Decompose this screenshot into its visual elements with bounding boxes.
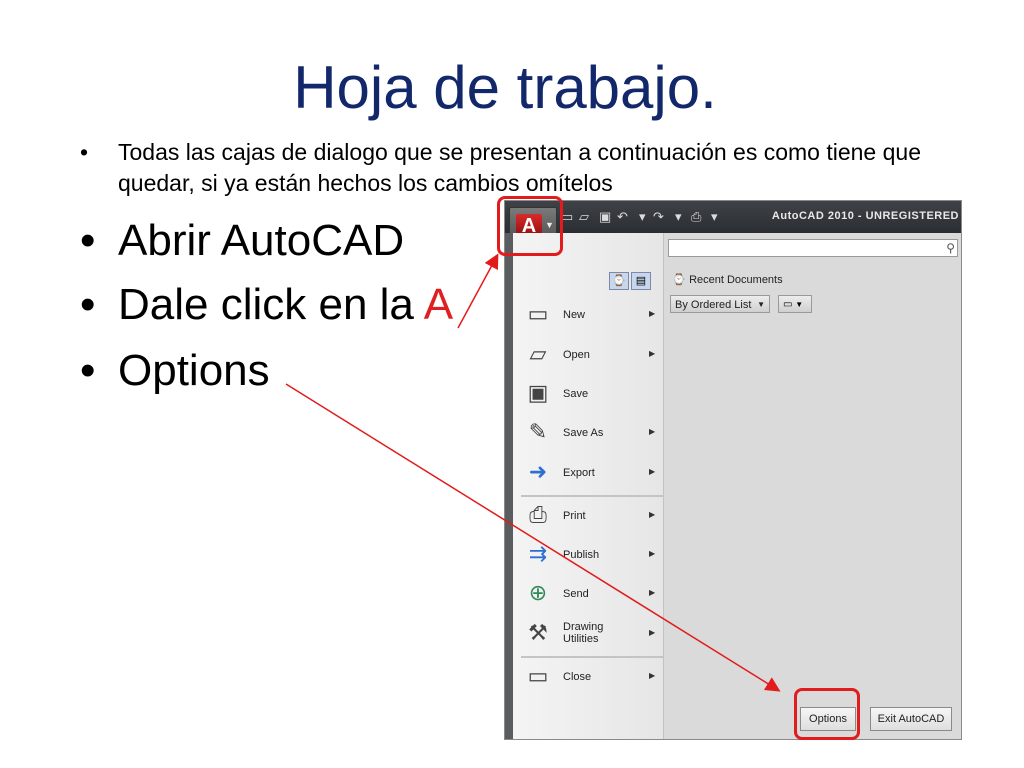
chevron-right-icon: ▶ xyxy=(649,309,656,318)
menu-item-publish[interactable]: ⇉ Publish ▶ xyxy=(521,537,661,575)
customize-quickaccess-icon[interactable]: ▾ xyxy=(711,209,718,225)
window-title: AutoCAD 2010 - UNREGISTERED xyxy=(771,210,959,222)
bullet-click-letter: A xyxy=(423,280,454,329)
undo-dropdown-icon[interactable]: ▾ xyxy=(639,209,646,225)
recent-documents-label: Recent Documents xyxy=(689,274,783,286)
recent-documents-header: ⌚ Recent Documents xyxy=(672,273,783,286)
export-icon: ➜ xyxy=(528,459,548,484)
bullet-marker: • xyxy=(80,139,89,165)
bullet-click-text: Dale click en la xyxy=(118,280,424,329)
title-bar: ▭ ▱ ▣ ↶ ▾ ↷ ▾ ⎙ ▾ AutoCAD 2010 - UNREGIS… xyxy=(505,201,961,233)
chevron-right-icon: ▶ xyxy=(649,588,656,597)
menu-item-close[interactable]: ▭ Close ▶ xyxy=(521,659,661,697)
icon-size-icon: ▭ xyxy=(783,299,793,310)
menu-item-label: Save As xyxy=(563,427,604,439)
search-icon[interactable]: ⚲ xyxy=(946,240,955,256)
new-document-icon: ▭ xyxy=(527,301,549,326)
recent-documents-view-icon[interactable]: ⌚ xyxy=(609,272,629,290)
chevron-right-icon: ▶ xyxy=(649,628,656,637)
highlight-application-button xyxy=(497,196,563,256)
menu-item-drawing-utilities[interactable]: ⚒ Drawing Utilities ▶ xyxy=(521,616,661,654)
bullet-open-autocad-text: Abrir AutoCAD xyxy=(118,216,405,265)
chevron-right-icon: ▶ xyxy=(649,427,656,436)
menu-item-label: Publish xyxy=(563,549,600,561)
printer-icon[interactable]: ⎙ xyxy=(691,209,701,225)
send-icon: ⊕ xyxy=(528,580,548,605)
menu-item-label: Print xyxy=(563,510,586,522)
redo-icon[interactable]: ↷ xyxy=(653,209,664,225)
recent-documents-icon: ⌚ xyxy=(672,274,686,286)
bullet-marker: • xyxy=(80,346,96,395)
exit-autocad-button[interactable]: Exit AutoCAD xyxy=(870,707,952,731)
menu-separator xyxy=(521,495,663,497)
menu-item-save-as[interactable]: ✎ Save As ▶ xyxy=(521,415,661,453)
left-frame xyxy=(505,233,513,739)
open-documents-view-icon[interactable]: ▤ xyxy=(631,272,651,290)
chevron-down-icon: ▼ xyxy=(795,300,804,309)
bullet-options: • Options xyxy=(80,346,270,396)
bullet-options-text: Options xyxy=(118,346,270,395)
floppy-disk-icon[interactable]: ▣ xyxy=(599,209,611,225)
save-as-icon: ✎ xyxy=(528,419,548,444)
menu-item-label: Save xyxy=(563,388,589,400)
menu-item-label: Export xyxy=(563,467,595,479)
menu-item-label: New xyxy=(563,309,586,321)
menu-separator xyxy=(521,656,663,658)
menu-item-save[interactable]: ▣ Save xyxy=(521,376,661,414)
slide-title: Hoja de trabajo. xyxy=(293,54,717,121)
bullet-open-autocad: • Abrir AutoCAD xyxy=(80,216,404,266)
chevron-right-icon: ▶ xyxy=(649,467,656,476)
open-folder-icon[interactable]: ▱ xyxy=(579,209,589,225)
publish-icon: ⇉ xyxy=(528,541,548,566)
bullet-instructions-text: Todas las cajas de dialogo que se presen… xyxy=(118,139,921,196)
printer-icon: ⎙ xyxy=(529,502,547,527)
bullet-marker: • xyxy=(80,280,96,329)
view-toggle: ⌚ ▤ xyxy=(609,271,653,290)
menu-item-export[interactable]: ➜ Export ▶ xyxy=(521,455,661,493)
open-folder-icon: ▱ xyxy=(529,341,547,366)
order-dropdown-value: By Ordered List xyxy=(675,299,752,311)
order-dropdown[interactable]: By Ordered List ▼ xyxy=(670,295,770,313)
menu-item-label: Drawing Utilities xyxy=(563,621,604,645)
recent-documents-pane: ⚲ ⌚ Recent Documents By Ordered List ▼ ▭… xyxy=(663,233,961,739)
menu-item-label: Send xyxy=(563,588,589,600)
menu-item-print[interactable]: ⎙ Print ▶ xyxy=(521,498,661,536)
undo-icon[interactable]: ↶ xyxy=(617,209,628,225)
menu-item-label: Close xyxy=(563,671,592,683)
menu-pane: ⌚ ▤ ▭ New ▶ ▱ Open ▶ ▣ Save ✎ Save As ▶ ➜… xyxy=(513,233,663,739)
search-input[interactable]: ⚲ xyxy=(668,239,958,257)
close-folder-icon: ▭ xyxy=(527,663,549,688)
chevron-right-icon: ▶ xyxy=(649,349,656,358)
menu-item-label: Open xyxy=(563,349,590,361)
redo-dropdown-icon[interactable]: ▾ xyxy=(675,209,682,225)
highlight-options-button xyxy=(794,688,860,740)
menu-item-send[interactable]: ⊕ Send ▶ xyxy=(521,576,661,614)
chevron-down-icon: ▼ xyxy=(757,300,765,309)
chevron-right-icon: ▶ xyxy=(649,671,656,680)
bullet-click-a: • Dale click en la A xyxy=(80,280,453,330)
autocad-application-menu: ▭ ▱ ▣ ↶ ▾ ↷ ▾ ⎙ ▾ AutoCAD 2010 - UNREGIS… xyxy=(504,200,962,740)
icon-size-dropdown[interactable]: ▭ ▼ xyxy=(778,295,812,313)
arrow-to-application-button xyxy=(457,253,499,329)
chevron-right-icon: ▶ xyxy=(649,510,656,519)
menu-item-new[interactable]: ▭ New ▶ xyxy=(521,297,661,335)
chevron-right-icon: ▶ xyxy=(649,549,656,558)
wrench-document-icon: ⚒ xyxy=(528,620,548,645)
menu-item-open[interactable]: ▱ Open ▶ xyxy=(521,337,661,375)
bullet-marker: • xyxy=(80,216,96,265)
floppy-disk-icon: ▣ xyxy=(527,380,549,405)
